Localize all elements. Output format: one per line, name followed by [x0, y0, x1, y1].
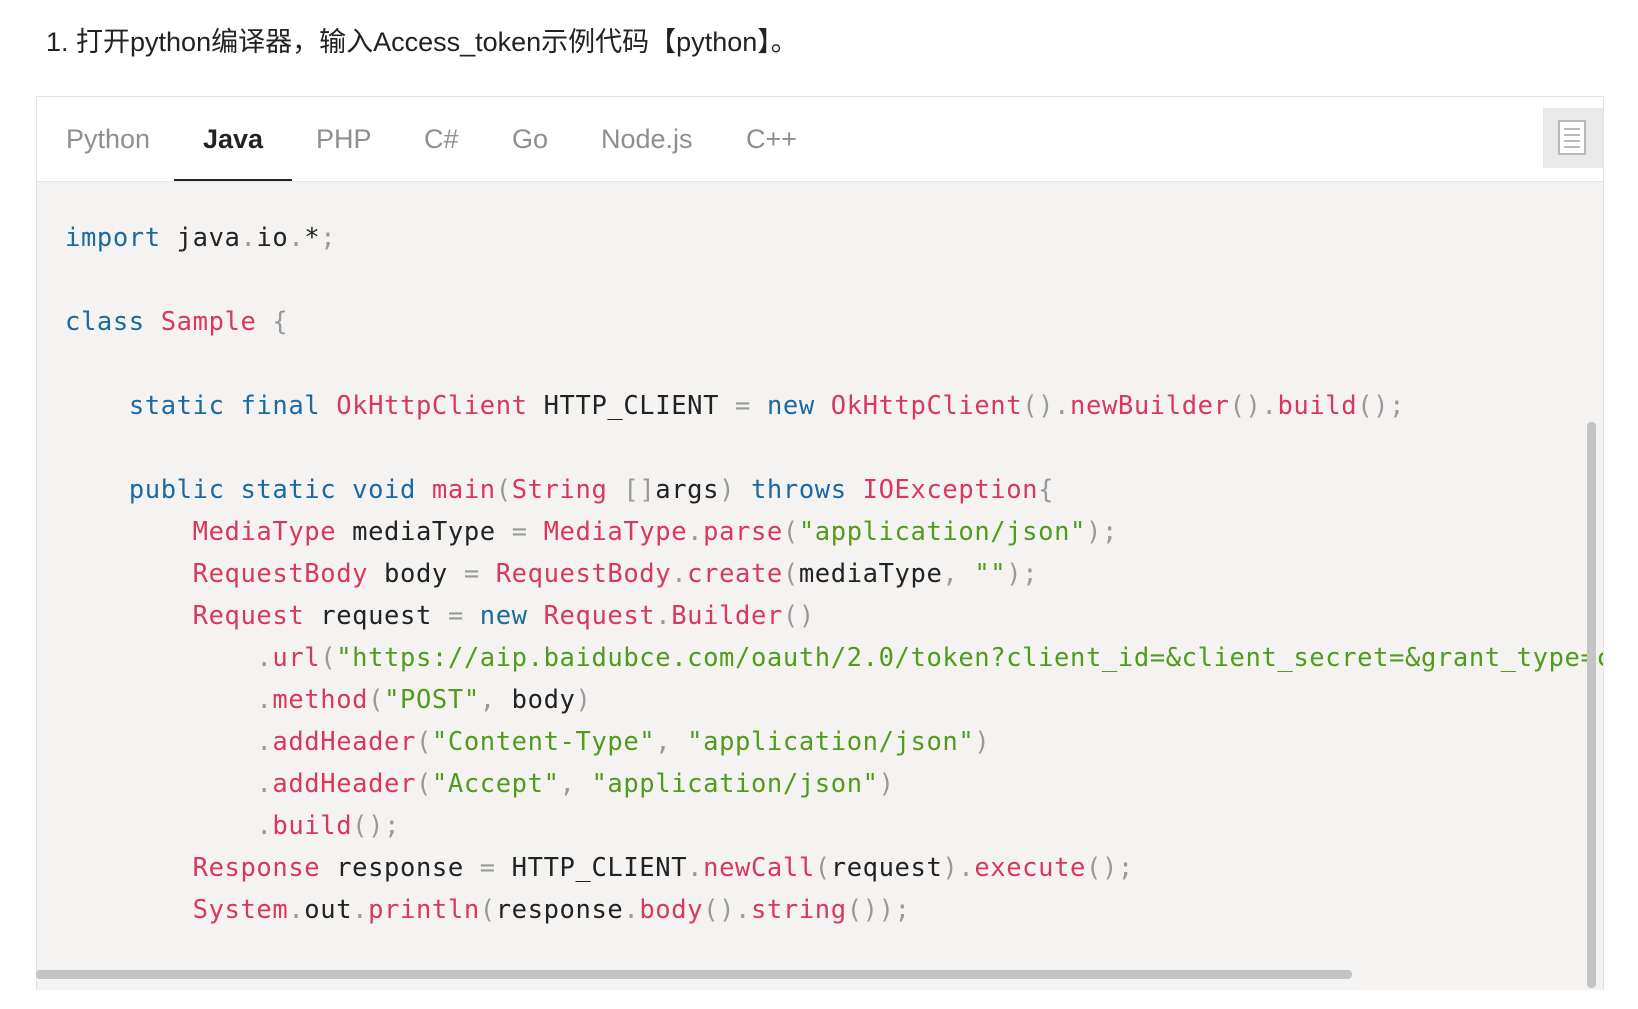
tab-python[interactable]: Python — [37, 97, 179, 181]
tab-csharp[interactable]: C# — [395, 97, 488, 181]
code-line: RequestBody body = RequestBody.create(me… — [192, 559, 1039, 589]
language-tab-bar: Python Java PHP C# Go Node.js C++ — [37, 97, 1603, 182]
code-line: .addHeader("Content-Type", "application/… — [256, 727, 991, 757]
code-block: import java.io.*; class Sample { static f… — [65, 217, 1604, 931]
code-line: System.out.println(response.body().strin… — [192, 895, 911, 925]
code-sample-panel: Python Java PHP C# Go Node.js C++ import… — [36, 96, 1604, 990]
tab-nodejs[interactable]: Node.js — [572, 97, 722, 181]
tab-java[interactable]: Java — [174, 97, 293, 181]
vertical-scrollbar[interactable] — [1587, 422, 1596, 988]
tab-cpp[interactable]: C++ — [717, 97, 826, 181]
horizontal-scrollbar[interactable] — [36, 970, 1352, 979]
code-line: .url("https://aip.baidubce.com/oauth/2.0… — [256, 643, 1604, 673]
code-line: MediaType mediaType = MediaType.parse("a… — [192, 517, 1118, 547]
copy-code-button[interactable] — [1543, 108, 1603, 168]
tab-go[interactable]: Go — [483, 97, 577, 181]
clipboard-icon — [1558, 120, 1586, 155]
code-line: static final OkHttpClient HTTP_CLIENT = … — [128, 391, 1406, 421]
step-instruction: 1. 打开python编译器，输入Access_token示例代码【python… — [46, 27, 798, 57]
code-line: class Sample { — [65, 307, 289, 337]
code-line: Response response = HTTP_CLIENT.newCall(… — [192, 853, 1134, 883]
code-line: Request request = new Request.Builder() — [192, 601, 815, 631]
code-line: import java.io.*; — [65, 223, 337, 253]
code-line: .addHeader("Accept", "application/json") — [256, 769, 895, 799]
tab-php[interactable]: PHP — [287, 97, 401, 181]
code-line: public static void main(String []args) t… — [128, 475, 1055, 505]
code-line: .method("POST", body) — [256, 685, 592, 715]
code-line: .build(); — [256, 811, 401, 841]
